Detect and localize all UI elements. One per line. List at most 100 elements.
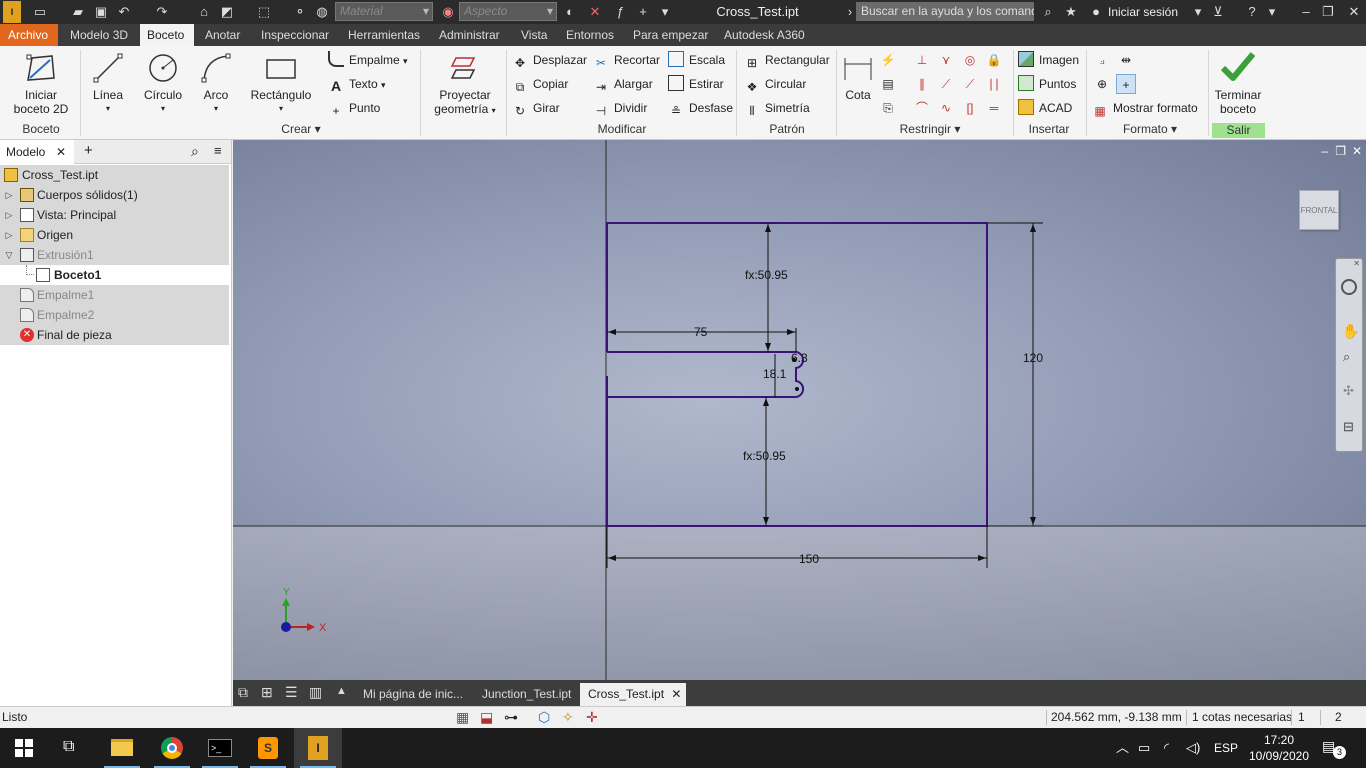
dim-top-label[interactable]: fx:50.95 [745, 268, 788, 282]
sign-in-dropdown-icon[interactable]: ▾ [1190, 4, 1206, 20]
tree-item-end-of-part[interactable]: ✕ Final de pieza [0, 325, 229, 345]
sketch-status-icon-6[interactable]: ✛ [586, 709, 598, 726]
pan-hand-icon[interactable]: ✋ [1342, 323, 1359, 340]
move-button[interactable]: ✥ Desplazar [512, 50, 587, 70]
panel-label-formato[interactable]: Formato ▾ [1092, 122, 1208, 136]
look-at-icon[interactable]: ⊟ [1343, 419, 1354, 435]
tab-herramientas[interactable]: Herramientas [341, 24, 427, 46]
chevron-right-icon[interactable]: ▷ [4, 205, 14, 225]
home-icon[interactable]: ⌂ [196, 4, 212, 20]
dim-bottom-label[interactable]: fx:50.95 [743, 449, 786, 463]
graphics-viewport[interactable]: fx:50.95 75 6.3 18.1 fx:50.95 120 150 Y … [233, 140, 1366, 680]
terminal-button[interactable]: >_ [196, 728, 244, 768]
tab-overflow-icon[interactable]: ▲ [336, 685, 347, 697]
close-tab-icon[interactable]: ✕ [671, 687, 681, 701]
chevron-right-icon[interactable]: ▷ [4, 225, 14, 245]
close-tab-icon[interactable]: ✕ [56, 140, 66, 164]
file-explorer-button[interactable] [98, 728, 146, 768]
open-folder-icon[interactable]: ▰ [70, 4, 86, 20]
sketch-status-icon-1[interactable]: ▦ [456, 709, 469, 726]
dim-width-label[interactable]: 150 [799, 552, 819, 566]
sketch-status-icon-2[interactable]: ⬓ [480, 709, 493, 726]
text-button[interactable]: A Texto ▾ [328, 74, 386, 94]
doc-tab-cross[interactable]: Cross_Test.ipt ✕ [580, 683, 686, 706]
rectangular-pattern-button[interactable]: ⊞ Rectangular [744, 50, 830, 70]
redo-icon[interactable]: ↷ [154, 4, 170, 20]
start-sketch-2d-button[interactable]: Iniciar boceto 2D [8, 52, 74, 116]
doc-tab-junction[interactable]: Junction_Test.ipt [474, 683, 579, 706]
concentric-icon[interactable]: ◎ [960, 50, 980, 70]
coincident-icon[interactable]: ⋎ [936, 50, 956, 70]
doc-tab-home[interactable]: Mi página de inic... [355, 683, 467, 706]
select-filter-icon[interactable]: ⬚ [256, 4, 272, 20]
search-icon[interactable]: ⌕ [191, 143, 199, 160]
project-icon[interactable]: ◩ [219, 4, 235, 20]
language-indicator[interactable]: ESP [1214, 728, 1238, 768]
insert-image-button[interactable]: Imagen [1018, 50, 1079, 70]
menu-icon[interactable]: ≡ [214, 143, 222, 158]
help-search-input[interactable]: Buscar en la ayuda y los comandos [856, 2, 1034, 21]
tile-vertical-icon[interactable]: ▥ [309, 684, 322, 701]
center-point-icon[interactable]: ⊕ [1092, 74, 1112, 94]
driven-dimension-icon[interactable]: + [1116, 74, 1136, 94]
mirror-button[interactable]: ⫴ Simetría [744, 98, 809, 118]
inventor-app-icon[interactable]: I [3, 1, 21, 23]
line-button[interactable]: Línea ▾ [86, 52, 130, 116]
tree-item-part[interactable]: Cross_Test.ipt [0, 165, 229, 185]
viewport-close-icon[interactable]: ✕ [1352, 144, 1362, 158]
customize-dropdown-icon[interactable]: ▾ [657, 4, 673, 20]
update-icon[interactable]: ⚬ [292, 4, 308, 20]
adjust-appearance-icon[interactable]: ◐ [562, 4, 578, 20]
tab-modelo-3d[interactable]: Modelo 3D [63, 24, 135, 46]
close-icon[interactable]: ✕ [1346, 4, 1362, 20]
parallel-icon[interactable]: ∥ [912, 74, 932, 94]
dim-slot-width-label[interactable]: 18.1 [763, 367, 787, 381]
new-file-icon[interactable]: ▭ [32, 4, 48, 20]
appearance-dropdown[interactable]: Aspecto [459, 2, 557, 21]
navigation-bar-close-icon[interactable]: ✕ [1353, 259, 1360, 268]
tab-para-empezar[interactable]: Para empezar [626, 24, 715, 46]
viewport-restore-icon[interactable]: ❐ [1335, 144, 1346, 158]
sketch-status-icon-5[interactable]: ✧ [562, 709, 574, 726]
tab-boceto[interactable]: Boceto [140, 24, 194, 46]
parameters-fx-icon[interactable]: ƒ [612, 4, 628, 20]
dim-slot-length-label[interactable]: 75 [694, 325, 708, 339]
tab-autodesk-a360[interactable]: Autodesk A360 [717, 24, 812, 46]
tab-inspeccionar[interactable]: Inspeccionar [254, 24, 336, 46]
circle-button[interactable]: Círculo ▾ [140, 52, 186, 116]
tree-item-sketch[interactable]: Boceto1 [0, 265, 229, 285]
clock[interactable]: 17:20 10/09/2020 [1246, 732, 1312, 764]
appearance-icon[interactable]: ◉ [440, 4, 456, 20]
dim-height-label[interactable]: 120 [1023, 351, 1043, 365]
dim-radius-label[interactable]: 6.3 [791, 351, 808, 365]
orbit-icon[interactable]: ✣ [1343, 383, 1354, 399]
tile-windows-icon[interactable]: ⊞ [261, 684, 273, 701]
battery-icon[interactable]: ▭ [1138, 728, 1150, 768]
binoculars-icon[interactable]: ⌕ [1040, 4, 1056, 20]
sketch-dimensions[interactable] [606, 222, 1043, 568]
help-icon[interactable]: ? [1244, 4, 1260, 20]
volume-icon[interactable]: ◁) [1186, 728, 1200, 768]
sign-in-link[interactable]: Iniciar sesión [1108, 5, 1178, 19]
material-dropdown[interactable]: Material [335, 2, 433, 21]
tab-modelo[interactable]: Modelo ✕ [0, 140, 74, 164]
sublime-text-button[interactable]: S [244, 728, 292, 768]
restore-icon[interactable]: ❐ [1320, 4, 1336, 20]
trim-button[interactable]: ✂ Recortar [593, 50, 660, 70]
cart-icon[interactable]: ⊻ [1210, 4, 1226, 20]
sketch-canvas[interactable]: fx:50.95 75 6.3 18.1 fx:50.95 120 150 Y … [233, 140, 1366, 680]
tab-vista[interactable]: Vista [514, 24, 554, 46]
sketch-status-icon-3[interactable]: ⊶ [504, 709, 518, 726]
copy-button[interactable]: ⧉ Copiar [512, 74, 569, 94]
chrome-button[interactable] [148, 728, 196, 768]
horizontal-icon[interactable]: ⟋ [960, 74, 980, 94]
windows-start-button[interactable] [0, 728, 48, 768]
zoom-icon[interactable]: ⌕ [1343, 349, 1350, 365]
tab-anotar[interactable]: Anotar [198, 24, 247, 46]
show-format-button[interactable]: ▦ Mostrar formato [1092, 98, 1197, 118]
extend-button[interactable]: ⇥ Alargar [593, 74, 653, 94]
tab-entornos[interactable]: Entornos [559, 24, 621, 46]
user-icon[interactable]: ● [1088, 4, 1104, 20]
perpendicular-icon[interactable]: ⊥ [912, 50, 932, 70]
action-center-button[interactable]: ▤ 3 [1322, 738, 1346, 760]
